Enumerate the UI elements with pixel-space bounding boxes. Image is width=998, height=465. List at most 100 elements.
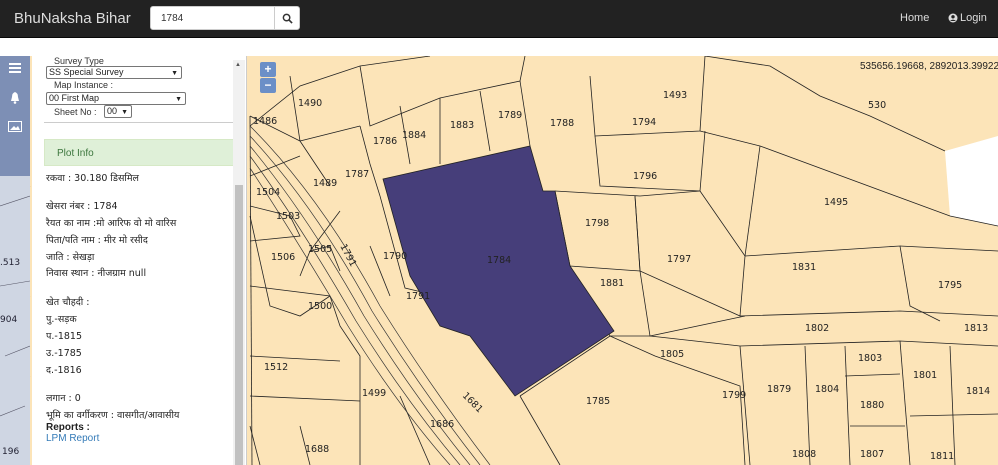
svg-text:1490: 1490 xyxy=(298,98,322,109)
plot-info-header: Plot Info xyxy=(44,139,234,166)
svg-text:1811: 1811 xyxy=(930,451,954,462)
chevron-down-icon: ▼ xyxy=(171,70,178,77)
survey-type-value: SS Special Survey xyxy=(49,67,124,77)
svg-text:.513: .513 xyxy=(0,258,20,268)
svg-text:1784: 1784 xyxy=(487,255,511,266)
minimap-strip: .513 904 196 xyxy=(0,56,30,465)
svg-text:1814: 1814 xyxy=(966,386,990,397)
land-class-line: भूमि का वर्गीकरण : वासगीत/आवासीय xyxy=(46,410,180,421)
side-panel: Survey Type SS Special Survey ▼ Map Insta… xyxy=(32,56,247,465)
svg-text:1799: 1799 xyxy=(722,390,746,401)
divider xyxy=(44,122,234,123)
search-button[interactable] xyxy=(274,6,300,30)
svg-text:1802: 1802 xyxy=(805,323,829,334)
svg-text:1803: 1803 xyxy=(858,353,882,364)
nav-home-link[interactable]: Home xyxy=(900,12,929,24)
svg-text:1512: 1512 xyxy=(264,362,288,373)
svg-text:196: 196 xyxy=(2,447,19,457)
svg-text:1788: 1788 xyxy=(550,118,574,129)
svg-text:1504: 1504 xyxy=(256,187,280,198)
svg-text:1789: 1789 xyxy=(498,110,522,121)
svg-text:904: 904 xyxy=(0,315,17,325)
residence-line: निवास स्थान : नीजग्राम null xyxy=(46,268,147,279)
map-instance-select[interactable]: 00 First Map ▼ xyxy=(46,92,186,105)
reports-label: Reports : xyxy=(46,422,90,433)
svg-text:1503: 1503 xyxy=(276,211,300,222)
svg-text:1787: 1787 xyxy=(345,169,369,180)
svg-text:1486: 1486 xyxy=(253,116,277,127)
svg-text:1791: 1791 xyxy=(406,291,430,302)
chevron-down-icon: ▼ xyxy=(175,96,182,103)
zoom-out-button[interactable]: − xyxy=(260,78,276,93)
nav-login-label: Login xyxy=(960,12,987,24)
survey-type-label: Survey Type xyxy=(54,56,104,66)
svg-text:1794: 1794 xyxy=(632,117,656,128)
svg-text:1495: 1495 xyxy=(824,197,848,208)
svg-text:1808: 1808 xyxy=(792,449,816,460)
boundary-east: पु.-सड़क xyxy=(46,314,77,325)
svg-text:1813: 1813 xyxy=(964,323,988,334)
svg-text:1804: 1804 xyxy=(815,384,839,395)
zoom-in-button[interactable]: + xyxy=(260,62,276,77)
sheet-no-label: Sheet No : xyxy=(54,107,97,117)
svg-text:1879: 1879 xyxy=(767,384,791,395)
map-top-strip xyxy=(0,38,998,56)
svg-text:1686: 1686 xyxy=(430,419,454,430)
search-input[interactable] xyxy=(150,6,275,30)
rent-line: लगान : 0 xyxy=(46,393,81,404)
boundary-south: द.-1816 xyxy=(46,365,82,376)
area-line: रकवा : 30.180 डिसमिल xyxy=(46,173,139,184)
svg-text:1499: 1499 xyxy=(362,388,386,399)
svg-text:1883: 1883 xyxy=(450,120,474,131)
plot-info-title: Plot Info xyxy=(57,148,94,159)
lpm-report-link[interactable]: LPM Report xyxy=(46,433,99,444)
svg-text:1500: 1500 xyxy=(308,301,332,312)
boundary-line: खेत चौहदी : xyxy=(46,297,90,308)
coordinates-readout: 535656.19668, 2892013.39922 xyxy=(860,61,998,72)
sheet-no-select[interactable]: 00 ▼ xyxy=(104,105,132,118)
svg-text:1688: 1688 xyxy=(305,444,329,455)
boundary-north: उ.-1785 xyxy=(46,348,82,359)
svg-text:1489: 1489 xyxy=(313,178,337,189)
svg-text:1880: 1880 xyxy=(860,400,884,411)
svg-text:1506: 1506 xyxy=(271,252,295,263)
svg-text:1786: 1786 xyxy=(373,136,397,147)
svg-text:1493: 1493 xyxy=(663,90,687,101)
top-navbar: BhuNaksha Bihar Home Login xyxy=(0,0,998,38)
scroll-thumb[interactable] xyxy=(235,185,243,465)
svg-text:1795: 1795 xyxy=(938,280,962,291)
svg-text:1881: 1881 xyxy=(600,278,624,289)
app-title[interactable]: BhuNaksha Bihar xyxy=(14,10,131,27)
svg-text:1785: 1785 xyxy=(586,396,610,407)
map-instance-value: 00 First Map xyxy=(49,93,100,103)
bell-icon[interactable] xyxy=(6,90,24,106)
svg-text:1488: 1488 xyxy=(372,56,396,59)
user-icon xyxy=(948,13,958,23)
svg-text:1884: 1884 xyxy=(402,130,426,141)
chevron-down-icon: ▼ xyxy=(121,109,128,116)
menu-icon[interactable] xyxy=(6,60,24,76)
svg-text:1796: 1796 xyxy=(633,171,657,182)
sheet-no-value: 00 xyxy=(107,106,118,116)
scroll-up-icon[interactable]: ▲ xyxy=(235,62,241,68)
svg-text:1807: 1807 xyxy=(860,449,884,460)
search-icon xyxy=(282,13,293,24)
svg-text:530: 530 xyxy=(868,100,886,111)
svg-text:1831: 1831 xyxy=(792,262,816,273)
svg-text:1798: 1798 xyxy=(585,218,609,229)
owner-line: रैयत का नाम :मो आरिफ वो मो वारिस xyxy=(46,218,177,229)
father-line: पिता/पति नाम : मीर मो रसीद xyxy=(46,235,148,246)
svg-text:1801: 1801 xyxy=(913,370,937,381)
caste-line: जाति : सेखड़ा xyxy=(46,252,95,263)
image-icon[interactable] xyxy=(6,118,24,134)
map-instance-label: Map Instance : xyxy=(54,80,114,90)
survey-type-select[interactable]: SS Special Survey ▼ xyxy=(46,66,182,79)
svg-text:1797: 1797 xyxy=(667,254,691,265)
panel-scrollbar[interactable]: ▲ xyxy=(233,60,245,465)
svg-text:1790: 1790 xyxy=(383,251,407,262)
khesra-line: खेसरा नंबर : 1784 xyxy=(46,201,118,212)
boundary-west: प.-1815 xyxy=(46,331,83,342)
svg-text:1505: 1505 xyxy=(308,244,332,255)
nav-login-link[interactable]: Login xyxy=(948,12,987,24)
svg-text:1805: 1805 xyxy=(660,349,684,360)
